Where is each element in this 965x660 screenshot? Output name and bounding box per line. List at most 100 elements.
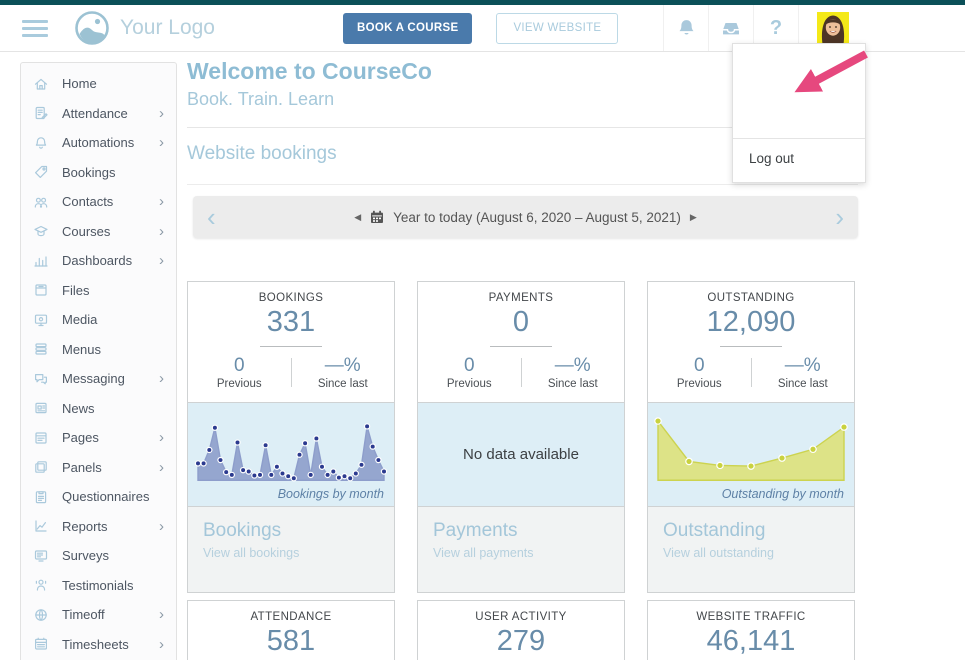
prev-period-icon[interactable]: ◀ xyxy=(354,212,361,223)
sidebar-item-label: Dashboards xyxy=(62,253,159,268)
header-spacer xyxy=(866,5,965,51)
notifications-button[interactable] xyxy=(663,5,708,51)
change-value: —% xyxy=(522,355,625,377)
sidebar-item-contacts[interactable]: Contacts › xyxy=(21,187,176,217)
chevron-right-icon: › xyxy=(159,194,164,209)
change-stat: —% Since last xyxy=(752,355,855,390)
timesheets-icon xyxy=(33,636,49,652)
card-title: USER ACTIVITY xyxy=(418,611,624,623)
sidebar-item-dashboards[interactable]: Dashboards › xyxy=(21,246,176,276)
cards-row: BOOKINGS 331 0 Previous —% Since last Bo… xyxy=(187,281,855,593)
stat-card-payments: PAYMENTS 0 0 Previous —% Since last No d… xyxy=(417,281,625,593)
view-website-button[interactable]: VIEW WEBSITE xyxy=(496,13,618,44)
date-range-control[interactable]: ◀ Year to today (August 6, 2020 – August… xyxy=(230,210,822,225)
sidebar-item-label: Media xyxy=(62,312,159,327)
menu-item-user-management[interactable] xyxy=(733,98,865,114)
card-title: BOOKINGS xyxy=(188,292,394,304)
user-dropdown-menu: Log out xyxy=(732,43,866,183)
card-chart: Bookings by month xyxy=(188,402,394,506)
menu-item-log-out[interactable]: Log out xyxy=(733,138,865,176)
sidebar-item-media[interactable]: Media › xyxy=(21,305,176,335)
card-footer-title[interactable]: Payments xyxy=(433,520,609,542)
courses-icon xyxy=(33,223,49,239)
menu-item-system[interactable] xyxy=(733,66,865,82)
sidebar-item-label: Surveys xyxy=(62,548,159,563)
chevron-right-icon: › xyxy=(159,637,164,652)
card-footer-title[interactable]: Bookings xyxy=(203,520,379,542)
card-stats: BOOKINGS 331 0 Previous —% Since last xyxy=(188,282,394,402)
stat-card-user-activity: USER ACTIVITY 279 xyxy=(417,600,625,660)
sidebar-item-questionnaires[interactable]: Questionnaires › xyxy=(21,482,176,512)
sidebar-item-testimonials[interactable]: Testimonials › xyxy=(21,571,176,601)
user-menu-list xyxy=(733,50,865,130)
sidebar-item-home[interactable]: Home › xyxy=(21,69,176,99)
files-icon xyxy=(33,282,49,298)
sidebar-item-pages[interactable]: Pages › xyxy=(21,423,176,453)
view-all-link[interactable]: View all outstanding xyxy=(663,546,839,560)
next-period-icon[interactable]: ▶ xyxy=(690,212,697,223)
divider xyxy=(187,184,858,185)
question-mark-icon: ? xyxy=(770,17,782,40)
sidebar-item-label: Home xyxy=(62,76,159,91)
sidebar-item-messaging[interactable]: Messaging › xyxy=(21,364,176,394)
sidebar-item-automations[interactable]: Automations › xyxy=(21,128,176,158)
sidebar-item-label: Automations xyxy=(62,135,159,150)
page-subtitle: Book. Train. Learn xyxy=(187,89,432,110)
sidebar-item-menus[interactable]: Menus › xyxy=(21,335,176,365)
sidebar-item-bookings[interactable]: Bookings › xyxy=(21,158,176,188)
sidebar-item-files[interactable]: Files › xyxy=(21,276,176,306)
chevron-right-icon: › xyxy=(159,460,164,475)
menus-icon xyxy=(33,341,49,357)
card-stats: OUTSTANDING 12,090 0 Previous —% Since l… xyxy=(648,282,854,402)
card-footer-title[interactable]: Outstanding xyxy=(663,520,839,542)
view-all-link[interactable]: View all payments xyxy=(433,546,609,560)
app-root: Your Logo BOOK A COURSE VIEW WEBSITE ? xyxy=(0,0,965,660)
card-stats: PAYMENTS 0 0 Previous —% Since last xyxy=(418,282,624,402)
card-value: 0 xyxy=(418,306,624,339)
date-range-label: Year to today (August 6, 2020 – August 5… xyxy=(393,210,681,225)
previous-stat: 0 Previous xyxy=(418,355,521,390)
sidebar-item-news[interactable]: News › xyxy=(21,394,176,424)
book-a-course-button[interactable]: BOOK A COURSE xyxy=(343,13,472,44)
sidebar-item-surveys[interactable]: Surveys › xyxy=(21,541,176,571)
calendar-icon xyxy=(370,210,384,224)
contacts-icon xyxy=(33,194,49,210)
sidebar-item-label: News xyxy=(62,401,159,416)
sidebar-item-label: Testimonials xyxy=(62,578,159,593)
messaging-icon xyxy=(33,371,49,387)
sidebar-item-timesheets[interactable]: Timesheets › xyxy=(21,630,176,660)
sidebar-item-reports[interactable]: Reports › xyxy=(21,512,176,542)
card-value: 12,090 xyxy=(648,306,854,339)
chevron-right-icon: › xyxy=(159,607,164,622)
menu-item-settings[interactable] xyxy=(733,82,865,98)
bookings-icon xyxy=(33,164,49,180)
sidebar-item-label: Messaging xyxy=(62,371,159,386)
sidebar-item-panels[interactable]: Panels › xyxy=(21,453,176,483)
sidebar-item-label: Reports xyxy=(62,519,159,534)
home-icon xyxy=(33,76,49,92)
divider xyxy=(490,346,552,347)
menu-icon[interactable] xyxy=(22,16,48,41)
logo[interactable]: Your Logo xyxy=(74,10,215,46)
card-footer: Outstanding View all outstanding xyxy=(648,506,854,592)
sidebar-item-timeoff[interactable]: Timeoff › xyxy=(21,600,176,630)
media-icon xyxy=(33,312,49,328)
card-value: 581 xyxy=(188,625,394,658)
chevron-right-icon[interactable]: › xyxy=(821,204,858,230)
dashboards-icon xyxy=(33,253,49,269)
sidebar-item-attendance[interactable]: Attendance › xyxy=(21,99,176,129)
sidebar-item-label: Contacts xyxy=(62,194,159,209)
sidebar-item-courses[interactable]: Courses › xyxy=(21,217,176,247)
chevron-left-icon[interactable]: ‹ xyxy=(193,204,230,230)
chart-caption: Outstanding by month xyxy=(722,487,844,501)
chevron-right-icon: › xyxy=(159,371,164,386)
change-label: Since last xyxy=(292,378,395,390)
menu-item-my-courses[interactable] xyxy=(733,114,865,130)
sidebar-nav: Home › Attendance › Automations › Bookin… xyxy=(20,62,177,660)
card-title: ATTENDANCE xyxy=(188,611,394,623)
view-all-link[interactable]: View all bookings xyxy=(203,546,379,560)
menu-item-profile[interactable] xyxy=(733,50,865,66)
reports-icon xyxy=(33,518,49,534)
previous-stat: 0 Previous xyxy=(188,355,291,390)
logo-text: Your Logo xyxy=(120,16,215,40)
